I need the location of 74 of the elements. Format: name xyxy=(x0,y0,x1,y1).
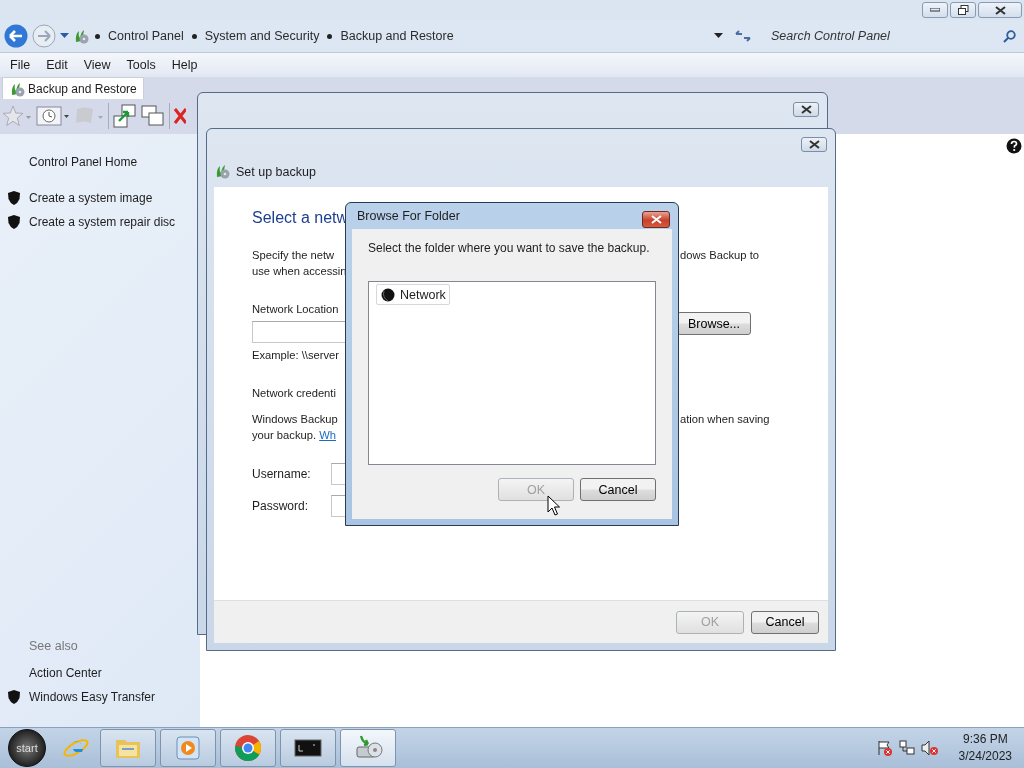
tree-item[interactable]: Network xyxy=(376,284,450,305)
example-text: Example: \\server xyxy=(252,348,341,363)
menu-item[interactable]: Help xyxy=(163,56,206,74)
description-text: ation when saving xyxy=(680,412,770,427)
close-icon xyxy=(808,140,820,149)
description-text: Specify the netw xyxy=(252,248,335,263)
delete-icon[interactable] xyxy=(174,105,186,127)
tab[interactable]: Backup and Restore xyxy=(2,77,144,99)
instruction-text: Select the folder where you want to save the backup. xyxy=(368,241,651,257)
help-icon[interactable] xyxy=(1006,138,1022,154)
folder-tree[interactable]: Network xyxy=(368,281,656,465)
cancel-button[interactable]: Cancel xyxy=(751,610,819,634)
close-button[interactable] xyxy=(642,211,670,228)
shield-icon xyxy=(7,190,21,206)
breadcrumb-item[interactable]: System and Security xyxy=(204,29,320,43)
search-icon xyxy=(1003,29,1016,43)
close-button[interactable] xyxy=(978,2,1022,18)
sidebar-link[interactable]: Windows Easy Transfer xyxy=(29,690,156,704)
close-button[interactable] xyxy=(801,137,827,152)
clock[interactable]: 9:36 PM 3/24/2023 xyxy=(958,731,1012,765)
breadcrumb-separator xyxy=(191,33,197,39)
section-heading: Network credenti xyxy=(252,386,337,401)
media-player-icon xyxy=(173,733,203,763)
breadcrumb-separator xyxy=(95,33,100,39)
chrome-icon xyxy=(233,733,263,763)
history-icon[interactable] xyxy=(36,105,70,127)
dialog-title: Browse For Folder xyxy=(357,209,460,223)
taskbar-button[interactable] xyxy=(280,729,336,767)
breadcrumb-separator xyxy=(327,33,333,39)
star-icon[interactable] xyxy=(2,105,32,127)
flag-icon[interactable] xyxy=(876,740,893,756)
close-button[interactable] xyxy=(793,102,819,117)
cancel-button[interactable]: Cancel xyxy=(580,478,656,501)
browse-button[interactable]: Browse... xyxy=(677,312,751,335)
description-text: Windows Backup xyxy=(252,412,338,427)
section-heading: See also xyxy=(28,639,79,655)
control-panel-icon xyxy=(73,28,89,44)
menu-item[interactable]: View xyxy=(75,56,119,74)
sidebar-link[interactable]: Action Center xyxy=(29,666,102,680)
field-label: Password: xyxy=(252,498,307,514)
move-window-icon[interactable] xyxy=(113,104,137,128)
refresh-icon[interactable] xyxy=(735,29,751,43)
close-icon xyxy=(994,5,1006,15)
restore-button[interactable] xyxy=(950,2,976,18)
sidebar-link[interactable]: Create a system image xyxy=(29,191,153,205)
speaker-muted-icon[interactable] xyxy=(920,740,939,756)
menu-item[interactable]: Edit xyxy=(38,56,76,74)
sidebar-link[interactable]: Create a system repair disc xyxy=(29,215,176,229)
control-panel-icon xyxy=(9,80,25,97)
shield-icon xyxy=(7,689,21,705)
menu-item[interactable]: Tools xyxy=(118,56,164,74)
breadcrumb-item[interactable]: Backup and Restore xyxy=(340,29,454,43)
dialog-title: Set up backup xyxy=(236,164,316,179)
back-button[interactable] xyxy=(4,24,28,48)
shield-icon xyxy=(7,214,21,230)
globe-icon xyxy=(380,286,396,303)
description-text: your backup. xyxy=(252,429,317,441)
backup-icon xyxy=(214,162,232,181)
menu-item[interactable]: File xyxy=(2,56,39,74)
start-button[interactable]: start xyxy=(8,729,46,767)
windows-icon[interactable] xyxy=(141,104,165,128)
close-icon xyxy=(650,215,662,224)
restore-icon xyxy=(957,5,969,15)
minimize-icon xyxy=(930,8,940,12)
network-icon[interactable] xyxy=(898,740,915,756)
field-label: Network Location xyxy=(252,302,340,317)
close-icon xyxy=(800,105,812,114)
breadcrumb-item[interactable]: Control Panel xyxy=(108,29,184,43)
mouse-pointer-icon xyxy=(547,495,560,516)
description-text: dows Backup to xyxy=(680,248,759,263)
dropdown-arrow-icon[interactable] xyxy=(714,33,723,39)
search-field[interactable]: Search Control Panel xyxy=(765,25,1020,47)
help-link[interactable]: Wh xyxy=(319,429,336,441)
sidebar-link[interactable]: Control Panel Home xyxy=(29,155,138,169)
